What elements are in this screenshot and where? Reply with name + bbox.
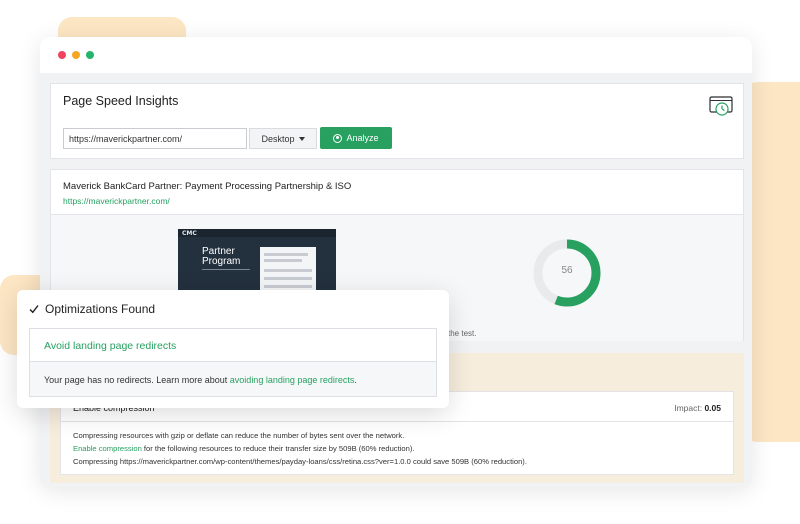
enable-compression-link[interactable]: Enable compression bbox=[73, 444, 142, 453]
window-titlebar bbox=[40, 37, 752, 73]
browser-window: Page Speed Insights Desktop Analyze Mave… bbox=[40, 37, 752, 487]
rule-impact: Impact: 0.05 bbox=[674, 403, 721, 413]
optimization-desc-prefix: Your page has no redirects. Learn more a… bbox=[44, 375, 230, 385]
thumbnail-heading-line-2: Program bbox=[202, 256, 241, 267]
device-select[interactable]: Desktop bbox=[249, 128, 317, 149]
optimizations-header: Optimizations Found bbox=[29, 302, 155, 316]
thumbnail-logo: CMC bbox=[182, 230, 197, 237]
rule-recommendation: Enable compression for the following res… bbox=[73, 444, 414, 453]
thumbnail-subtext bbox=[202, 269, 250, 283]
thumbnail-heading: Partner Program bbox=[202, 247, 240, 267]
header-panel: Page Speed Insights Desktop Analyze bbox=[50, 83, 744, 159]
thumbnail-form-line bbox=[264, 253, 308, 256]
checkmark-icon bbox=[29, 305, 39, 314]
thumbnail-form-line bbox=[264, 269, 312, 272]
close-window-dot[interactable] bbox=[58, 51, 66, 59]
rule-resource-detail: Compressing https://maverickpartner.com/… bbox=[73, 457, 527, 466]
test-note-text: the test. bbox=[448, 329, 477, 338]
impact-label: Impact: bbox=[674, 403, 703, 413]
minimize-window-dot[interactable] bbox=[72, 51, 80, 59]
optimization-item: Avoid landing page redirects Your page h… bbox=[29, 328, 437, 397]
impact-value: 0.05 bbox=[704, 403, 721, 413]
thumbnail-navbar: CMC bbox=[178, 229, 336, 237]
thumbnail-form-line bbox=[264, 259, 302, 262]
analyze-icon bbox=[333, 133, 343, 143]
analyze-button-label: Analyze bbox=[346, 133, 379, 143]
device-select-label: Desktop bbox=[261, 133, 295, 144]
rule-recommendation-text: for the following resources to reduce th… bbox=[141, 444, 415, 453]
analyze-button[interactable]: Analyze bbox=[320, 127, 392, 149]
thumbnail-form-line bbox=[264, 285, 312, 288]
redirects-learn-more-link[interactable]: avoiding landing page redirects bbox=[230, 375, 355, 385]
optimizations-card: Optimizations Found Avoid landing page r… bbox=[17, 290, 449, 408]
optimization-item-title: Avoid landing page redirects bbox=[44, 340, 177, 352]
maximize-window-dot[interactable] bbox=[86, 51, 94, 59]
page-title: Page Speed Insights bbox=[63, 94, 179, 108]
thumbnail-form-line bbox=[264, 277, 312, 280]
chevron-down-icon bbox=[298, 136, 305, 141]
optimization-item-description: Your page has no redirects. Learn more a… bbox=[44, 375, 357, 385]
speed-timer-icon bbox=[709, 96, 733, 116]
url-input[interactable] bbox=[63, 128, 247, 149]
optimization-item-header[interactable]: Avoid landing page redirects bbox=[30, 329, 436, 362]
optimization-item-body: Your page has no redirects. Learn more a… bbox=[30, 362, 436, 396]
optimization-desc-suffix: . bbox=[354, 375, 357, 385]
rule-description: Compressing resources with gzip or defla… bbox=[73, 431, 405, 440]
site-url-link[interactable]: https://maverickpartner.com/ bbox=[63, 196, 170, 206]
optimizations-title: Optimizations Found bbox=[45, 302, 156, 316]
score-value: 56 bbox=[561, 265, 573, 276]
site-title: Maverick BankCard Partner: Payment Proce… bbox=[63, 181, 352, 192]
